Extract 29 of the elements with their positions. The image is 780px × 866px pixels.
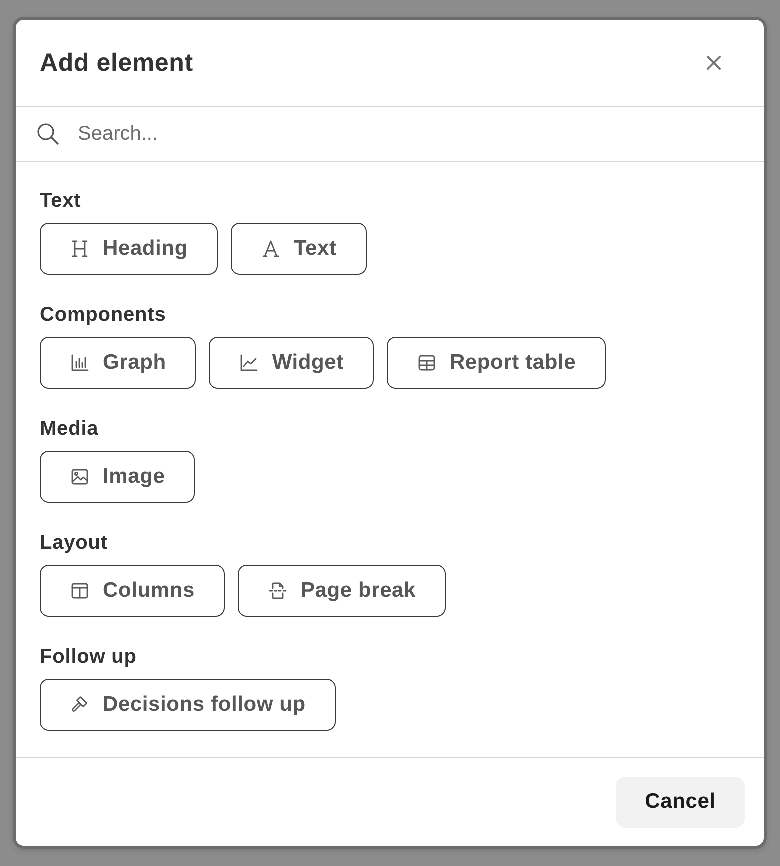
section-heading: Follow up	[40, 645, 137, 669]
columns-layout-icon	[70, 581, 90, 601]
dialog-title: Add element	[40, 50, 194, 76]
element-option-button[interactable]: Columns	[40, 565, 225, 617]
element-option-button[interactable]: Widget	[209, 337, 374, 389]
letter-h-icon	[70, 239, 90, 259]
section-heading: Text	[40, 189, 82, 213]
element-option-button[interactable]: Heading	[40, 223, 218, 275]
element-option-button[interactable]: Report table	[386, 337, 606, 389]
table-icon	[416, 353, 437, 373]
search-icon	[37, 123, 59, 145]
section-heading: Media	[40, 417, 99, 441]
line-chart-icon	[239, 353, 260, 373]
close-button[interactable]	[704, 53, 724, 73]
search-field[interactable]: Search...	[78, 114, 740, 154]
bar-chart-icon	[70, 353, 90, 373]
letter-a-icon	[260, 239, 281, 259]
gavel-icon	[70, 695, 90, 715]
section-heading: Layout	[40, 531, 108, 555]
close-icon	[707, 56, 721, 70]
page-break-icon	[268, 581, 288, 601]
element-option-button[interactable]: Graph	[40, 337, 196, 389]
element-option-button[interactable]: Decisions follow up	[40, 679, 336, 731]
element-option-button[interactable]: Text	[230, 223, 367, 275]
cancel-button[interactable]: Cancel	[616, 776, 745, 828]
section-heading: Components	[40, 303, 166, 327]
image-icon	[70, 467, 90, 487]
element-option-button[interactable]: Page break	[238, 565, 446, 617]
element-option-button[interactable]: Image	[40, 451, 196, 503]
